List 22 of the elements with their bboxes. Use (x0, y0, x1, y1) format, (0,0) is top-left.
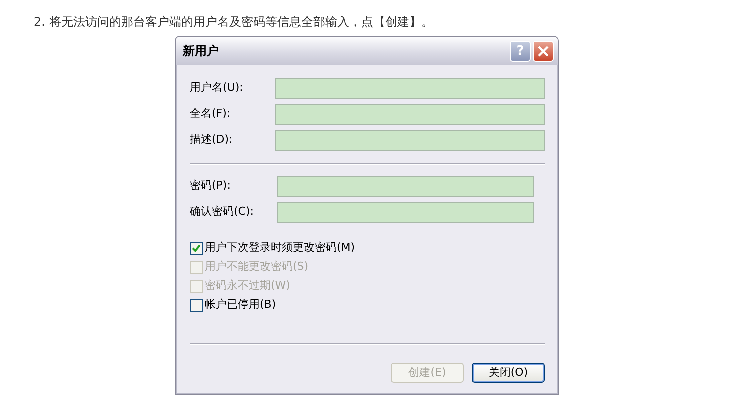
close-icon (537, 44, 550, 58)
field-label: 用户名(U): (190, 80, 244, 96)
field-label: 确认密码(C): (190, 204, 255, 220)
field-label: 密码(P): (190, 178, 232, 194)
window-title: 新用户 (183, 43, 220, 60)
instruction-text: 2. 将无法访问的那台客户端的用户名及密码等信息全部输入，点【创建】。 (34, 14, 434, 30)
input-field[interactable] (275, 78, 545, 98)
checkbox-label: 用户不能更改密码(S) (205, 259, 309, 276)
help-button[interactable]: ? (510, 40, 531, 62)
input-field[interactable] (275, 104, 545, 124)
field-label: 全名(F): (190, 106, 232, 122)
field-label: 描述(D): (190, 132, 234, 148)
close-button[interactable] (533, 40, 554, 62)
input-field[interactable] (275, 130, 545, 150)
checkbox[interactable] (190, 299, 203, 312)
checkbox-label: 用户下次登录时须更改密码(M) (205, 240, 356, 256)
checkbox[interactable] (190, 242, 203, 255)
close-dialog-button[interactable]: 关闭(O) (472, 363, 545, 383)
input-field[interactable] (277, 176, 534, 196)
checkbox-label: 帐户已停用(B) (205, 297, 276, 314)
checkbox-label: 密码永不过期(W) (205, 278, 290, 294)
input-field[interactable] (277, 202, 534, 222)
